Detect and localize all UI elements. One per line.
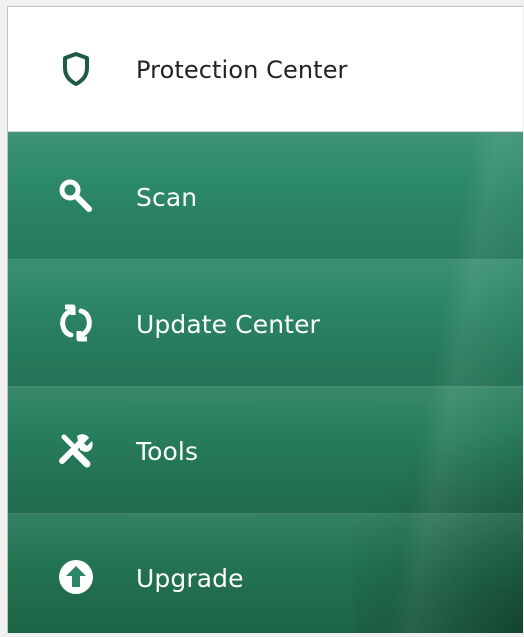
sidebar-item-label: Protection Center [136,56,348,84]
sidebar-item-scan[interactable]: Scan [8,132,523,259]
sidebar-item-tools[interactable]: Tools [8,386,523,513]
sidebar-item-upgrade[interactable]: Upgrade [8,513,523,633]
search-icon [56,176,96,216]
sidebar-item-protection-center[interactable]: Protection Center [8,7,523,132]
upgrade-arrow-icon [56,557,96,597]
shield-icon [56,49,96,89]
tools-icon [56,430,96,470]
sidebar-nav: Protection Center Scan Update Center Too… [7,6,523,633]
sidebar-item-label: Upgrade [136,563,244,593]
refresh-icon [56,303,96,343]
sidebar-item-label: Update Center [136,309,320,339]
sidebar-item-label: Tools [136,436,199,466]
sidebar-item-update-center[interactable]: Update Center [8,259,523,386]
sidebar-item-label: Scan [136,182,198,212]
